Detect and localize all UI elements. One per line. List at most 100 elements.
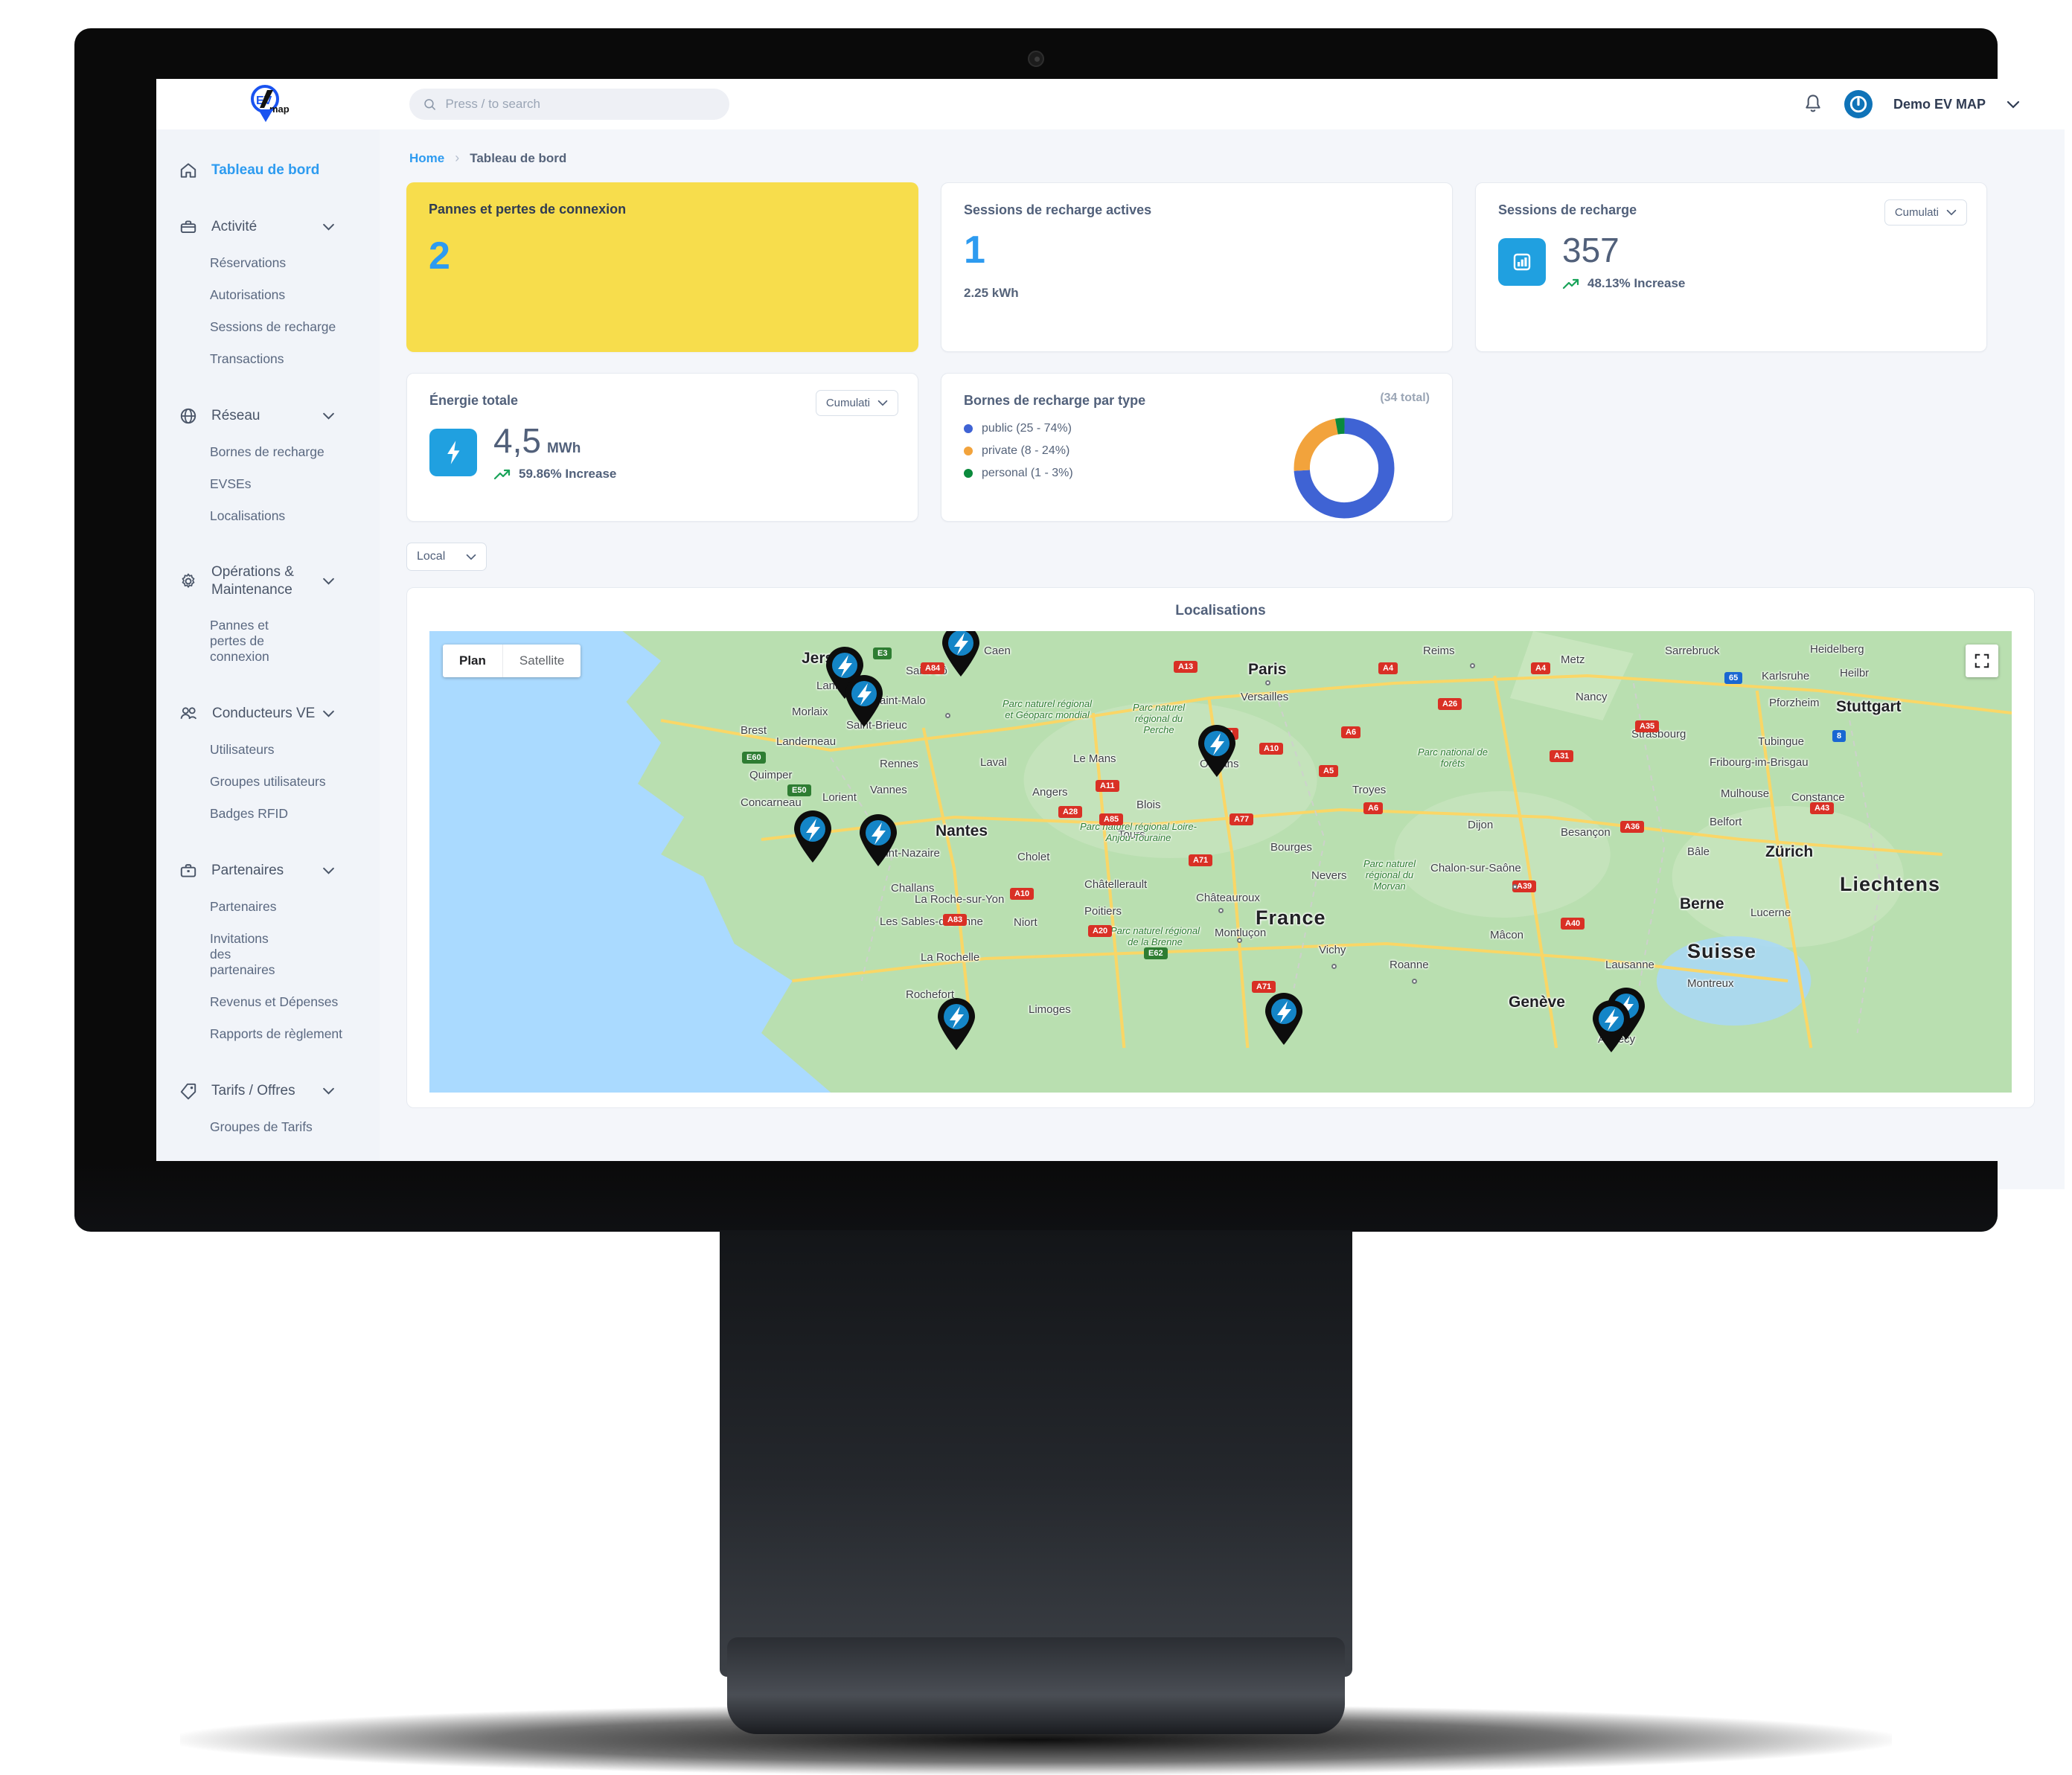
sidebar-item-dashboard[interactable]: Tableau de bord — [156, 150, 380, 191]
map-viewport[interactable]: Plan Satellite Jersey Caen Paris Versail… — [429, 631, 2012, 1093]
card-bornes-par-type[interactable]: Bornes de recharge par type (34 total) p… — [941, 373, 1453, 522]
sidebar-item-pannes-pertes[interactable]: Pannes et pertes de connexion — [156, 610, 313, 673]
map-type-satellite[interactable]: Satellite — [502, 645, 581, 677]
map-marker-charging-station[interactable] — [792, 810, 834, 863]
sessions-period-select[interactable]: Cumulati — [1884, 199, 1967, 226]
map-label-nancy: Nancy — [1576, 691, 1608, 703]
map-label-rennes: Rennes — [880, 758, 918, 770]
map-road-badge: A20 — [1088, 925, 1113, 937]
map-label-landerneau: Landerneau — [776, 735, 837, 748]
energy-period-select[interactable]: Cumulati — [815, 390, 898, 416]
map-road-badge: A6 — [1341, 726, 1361, 738]
chevron-down-icon[interactable] — [322, 223, 335, 231]
map-label-park-brenne: Parc naturel régional de la Brenne — [1110, 925, 1200, 947]
scope-select[interactable]: Local — [406, 543, 487, 571]
map-marker-charging-station[interactable] — [936, 997, 977, 1051]
svg-text:map: map — [269, 103, 290, 115]
map-marker-charging-station[interactable] — [1196, 724, 1238, 778]
map-marker-charging-station[interactable] — [1590, 1000, 1632, 1053]
search-bar[interactable] — [409, 89, 729, 120]
sidebar-item-tarifs-offres[interactable]: Tarifs / Offres — [156, 1071, 380, 1111]
sidebar-item-groupes-tarifs[interactable]: Groupes de Tarifs — [156, 1111, 380, 1143]
map-marker-charging-station[interactable] — [843, 674, 885, 728]
sidebar-item-reservations[interactable]: Réservations — [156, 247, 380, 279]
monitor-base — [727, 1637, 1345, 1734]
gear-icon — [182, 573, 195, 588]
sidebar-item-localisations[interactable]: Localisations — [156, 500, 380, 532]
sidebar-item-conducteurs-ve[interactable]: Conducteurs VE — [156, 694, 380, 734]
sidebar-item-rapports-reglement[interactable]: Rapports de règlement — [156, 1018, 380, 1050]
card-pannes-pertes[interactable]: Pannes et pertes de connexion 2 — [406, 182, 918, 352]
energy-trend-text: 59.86% Increase — [519, 467, 617, 481]
card-energie-totale[interactable]: Énergie totale Cumulati 4,5 MWh 59.86% I… — [406, 373, 918, 522]
card-title: Sessions de recharge actives — [964, 202, 1152, 217]
sidebar-item-transactions[interactable]: Transactions — [156, 343, 380, 375]
sidebar-item-utilisateurs[interactable]: Utilisateurs — [156, 734, 380, 766]
sidebar-item-badges-rfid[interactable]: Badges RFID — [156, 798, 380, 830]
map-label-fribourg: Fribourg-im-Brisgau — [1710, 756, 1809, 769]
sidebar-item-evses[interactable]: EVSEs — [156, 468, 380, 500]
map-road-badge: 65 — [1724, 672, 1743, 684]
sidebar-label-partenaires: Partenaires — [211, 862, 284, 878]
card-title: Bornes de recharge par type — [964, 393, 1146, 408]
chevron-down-icon[interactable] — [322, 867, 335, 874]
chevron-down-icon[interactable] — [322, 578, 335, 585]
map-marker-charging-station[interactable] — [857, 813, 899, 867]
sidebar-item-groupes-utilisateurs[interactable]: Groupes utilisateurs — [156, 766, 380, 798]
map-card-title: Localisations — [1175, 603, 1266, 618]
donut-chart — [1294, 418, 1395, 519]
sidebar-item-sessions-recharge[interactable]: Sessions de recharge — [156, 311, 380, 343]
card-sessions-recharge[interactable]: Sessions de recharge Cumulati 357 48.13%… — [1475, 182, 1987, 352]
sidebar-item-operations-maintenance[interactable]: Opérations & Maintenance — [156, 553, 380, 610]
map-label-vannes: Vannes — [870, 784, 907, 796]
app-header: EV map — [156, 79, 2065, 129]
map-label-zurich: Zürich — [1765, 843, 1814, 860]
map-road-badge: E60 — [742, 752, 766, 764]
sidebar-item-autorisations[interactable]: Autorisations — [156, 279, 380, 311]
app-logo[interactable]: EV map — [156, 83, 380, 126]
map-type-plan[interactable]: Plan — [443, 645, 502, 677]
monitor-frame: EV map — [74, 28, 2065, 1230]
map-road-badge: A83 — [943, 914, 968, 926]
sidebar-item-partenaires-list[interactable]: Partenaires — [156, 891, 380, 923]
map-label-paris: Paris — [1248, 661, 1287, 678]
map-marker-charging-station[interactable] — [1263, 992, 1305, 1046]
energy-period-value: Cumulati — [825, 397, 870, 409]
chevron-down-icon — [466, 554, 476, 560]
sidebar-group-partenaires: Partenaires Partenaires Invitations des … — [156, 851, 380, 1050]
search-input[interactable] — [445, 97, 716, 112]
notification-bell-icon[interactable] — [1803, 93, 1823, 115]
sidebar-group-tarifs: Tarifs / Offres Groupes de Tarifs — [156, 1071, 380, 1143]
sidebar-item-revenus-depenses[interactable]: Revenus et Dépenses — [156, 986, 380, 1018]
card-sessions-actives[interactable]: Sessions de recharge actives 1 2.25 kWh — [941, 182, 1453, 352]
sidebar-item-bornes-recharge[interactable]: Bornes de recharge — [156, 436, 380, 468]
fullscreen-button[interactable] — [1966, 645, 1998, 677]
chevron-down-icon[interactable] — [2007, 100, 2020, 109]
trend-up-icon — [1562, 278, 1579, 290]
chevron-down-icon[interactable] — [322, 412, 335, 420]
bar-chart-icon — [1498, 238, 1546, 286]
map-type-toggle[interactable]: Plan Satellite — [443, 645, 581, 677]
map-label-chatellerault: Châtellerault — [1084, 878, 1148, 891]
map-label-dijon: Dijon — [1468, 819, 1494, 831]
breadcrumb-home[interactable]: Home — [409, 151, 444, 166]
map-city-dot — [1331, 964, 1337, 969]
legend-label-public: public (25 - 74%) — [982, 422, 1072, 435]
webcam — [1028, 51, 1044, 67]
sidebar-label-operations: Opérations & Maintenance — [211, 564, 294, 598]
chevron-down-icon[interactable] — [322, 1087, 335, 1095]
chevron-down-icon[interactable] — [322, 710, 335, 717]
sidebar-item-invitations-partenaires[interactable]: Invitations des partenaires — [156, 923, 298, 986]
card-localisations-map: Localisations Plan Satellite Jersey Caen… — [406, 587, 2035, 1108]
stats-row-1: Pannes et pertes de connexion 2 Sessions… — [406, 182, 2035, 352]
map-label-niort: Niort — [1014, 916, 1037, 929]
sidebar-item-partenaires[interactable]: Partenaires — [156, 851, 380, 891]
map-marker-charging-station[interactable] — [940, 631, 982, 677]
sidebar-item-activite[interactable]: Activité — [156, 207, 380, 247]
legend-label-personal: personal (1 - 3%) — [982, 467, 1073, 479]
sidebar-item-reseau[interactable]: Réseau — [156, 396, 380, 436]
map-road-badge: E50 — [787, 784, 811, 796]
avatar[interactable] — [1844, 90, 1873, 118]
map-city-dot — [1237, 938, 1242, 943]
map-road-badge: A11 — [1096, 780, 1119, 792]
